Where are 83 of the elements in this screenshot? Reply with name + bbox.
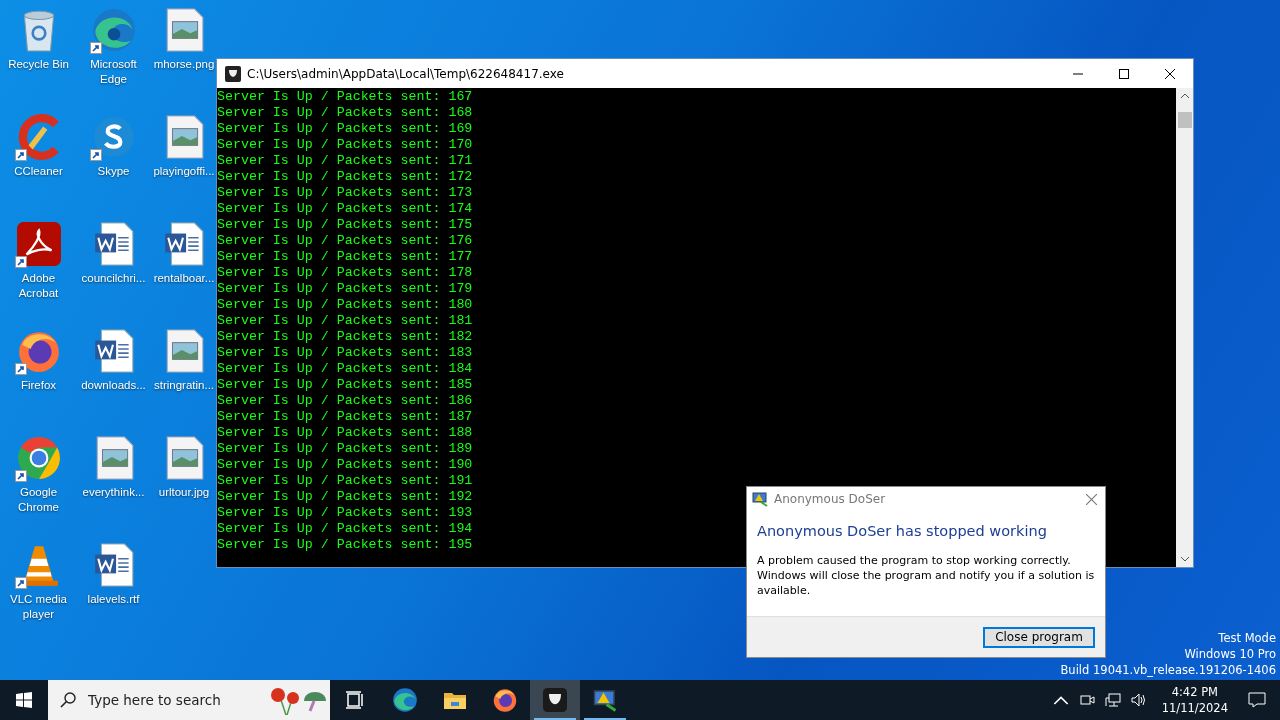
console-line: Server Is Up / Packets sent: 189 <box>217 441 473 457</box>
volume-icon[interactable] <box>1130 692 1147 708</box>
test-mode-watermark: Windows 10 Pro <box>1184 646 1276 662</box>
desktop-icon-label[interactable]: mhorse.png <box>153 57 215 72</box>
dialog-title: Anonymous DoSer <box>774 492 887 506</box>
clock-date[interactable]: 11/11/2024 <box>1161 700 1228 716</box>
dialog-heading: Anonymous DoSer has stopped working <box>756 522 1048 539</box>
console-line: Server Is Up / Packets sent: 188 <box>217 425 473 441</box>
console-line: Server Is Up / Packets sent: 178 <box>217 265 473 281</box>
desktop-icon-label[interactable]: councilchri... <box>81 271 146 286</box>
desktop-icon-label[interactable]: lalevels.rtf <box>87 592 140 607</box>
clock-time[interactable]: 4:42 PM <box>1171 684 1218 700</box>
console-line: Server Is Up / Packets sent: 194 <box>217 521 473 537</box>
console-line: Server Is Up / Packets sent: 191 <box>217 473 473 489</box>
desktop-icon-label[interactable]: VLC media player <box>5 592 72 622</box>
acrobat-icon[interactable] <box>15 221 62 267</box>
desktop-icon-label[interactable]: stringratin... <box>153 378 215 393</box>
taskbar-app-button[interactable] <box>530 680 580 720</box>
monitor-warning-icon <box>752 491 768 507</box>
console-line: Server Is Up / Packets sent: 174 <box>217 201 473 217</box>
console-line: Server Is Up / Packets sent: 175 <box>217 217 473 233</box>
console-line: Server Is Up / Packets sent: 169 <box>217 121 473 137</box>
desktop-icon-label[interactable]: Microsoft Edge <box>80 57 147 87</box>
console-line: Server Is Up / Packets sent: 185 <box>217 377 473 393</box>
desktop-icon-label[interactable]: CCleaner <box>14 164 63 179</box>
notification-icon[interactable] <box>1248 692 1266 708</box>
console-line: Server Is Up / Packets sent: 177 <box>217 249 473 265</box>
chrome-icon[interactable] <box>15 435 62 481</box>
network-icon[interactable] <box>1104 692 1121 708</box>
console-line: Server Is Up / Packets sent: 167 <box>217 89 473 105</box>
camera-icon[interactable] <box>1078 692 1095 708</box>
console-line: Server Is Up / Packets sent: 193 <box>217 505 473 521</box>
task-view-icon <box>345 690 365 710</box>
search-icon[interactable] <box>60 692 76 708</box>
scroll-down-icon[interactable] <box>1179 556 1190 562</box>
test-mode-watermark: Build 19041.vb_release.191206-1406 <box>1060 662 1276 678</box>
desktop-icon-label[interactable]: Firefox <box>20 378 57 393</box>
monitor-warning-icon <box>593 688 617 712</box>
console-line: Server Is Up / Packets sent: 187 <box>217 409 473 425</box>
desktop-icon-label[interactable]: urltour.jpg <box>158 485 210 500</box>
console-line: Server Is Up / Packets sent: 192 <box>217 489 473 505</box>
desktop-icon-label[interactable]: Google Chrome <box>5 485 72 515</box>
console-line: Server Is Up / Packets sent: 186 <box>217 393 473 409</box>
firefox-icon <box>492 687 518 713</box>
close-program-button[interactable]: Close program <box>983 626 1095 648</box>
desktop-icon-label[interactable]: downloads... <box>81 378 146 393</box>
scrollbar[interactable] <box>1176 88 1193 567</box>
console-line: Server Is Up / Packets sent: 170 <box>217 137 473 153</box>
console-line: Server Is Up / Packets sent: 168 <box>217 105 473 121</box>
desktop-icon-label[interactable]: Skype <box>97 164 130 179</box>
desktop-icon-label[interactable]: playingoffi... <box>153 164 215 179</box>
console-line: Server Is Up / Packets sent: 179 <box>217 281 473 297</box>
console-line: Server Is Up / Packets sent: 182 <box>217 329 473 345</box>
desktop-icon-label[interactable]: Recycle Bin <box>8 57 69 72</box>
close-icon <box>1165 68 1175 79</box>
console-line: Server Is Up / Packets sent: 180 <box>217 297 473 313</box>
search-box[interactable]: Type here to search <box>48 680 330 720</box>
console-line: Server Is Up / Packets sent: 173 <box>217 185 473 201</box>
edge-icon[interactable] <box>90 7 137 53</box>
desktop-icon-label[interactable]: everythink... <box>82 485 145 500</box>
console-line: Server Is Up / Packets sent: 195 <box>217 537 473 553</box>
windows-logo-icon <box>16 692 32 708</box>
mask-icon <box>225 65 241 82</box>
maximize-icon <box>1119 68 1129 79</box>
console-line: Server Is Up / Packets sent: 183 <box>217 345 473 361</box>
mask-icon <box>543 688 567 712</box>
scroll-up-icon[interactable] <box>1179 93 1190 99</box>
folder-icon <box>443 690 467 710</box>
console-line: Server Is Up / Packets sent: 176 <box>217 233 473 249</box>
console-line: Server Is Up / Packets sent: 171 <box>217 153 473 169</box>
console-line: Server Is Up / Packets sent: 190 <box>217 457 473 473</box>
console-line: Server Is Up / Packets sent: 172 <box>217 169 473 185</box>
test-mode-watermark: Test Mode <box>1218 630 1276 646</box>
console-line: Server Is Up / Packets sent: 184 <box>217 361 473 377</box>
close-icon[interactable] <box>1086 493 1097 505</box>
window-title: C:\Users\admin\AppData\Local\Temp\622648417.exe <box>247 66 565 81</box>
console-line: Server Is Up / Packets sent: 181 <box>217 313 473 329</box>
search-field[interactable]: Type here to search <box>86 691 260 709</box>
edge-icon <box>392 687 418 713</box>
scroll-thumb[interactable] <box>1177 112 1192 128</box>
desktop-icon-label[interactable]: Adobe Acrobat <box>5 271 72 301</box>
desktop-icon-label[interactable]: rentalboar... <box>153 271 215 286</box>
dialog-message: A problem caused the program to stop working correctly. Windows will close the program and notify you if a solution is available. <box>756 553 1096 598</box>
